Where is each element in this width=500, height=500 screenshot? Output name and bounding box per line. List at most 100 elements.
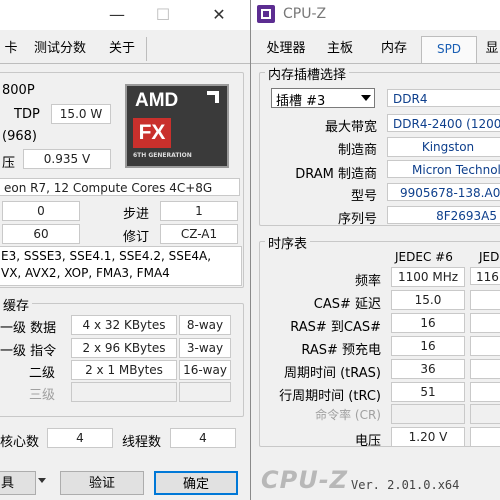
instructions-line-2: VX, AVX2, XOP, FMA3, FMA4 bbox=[1, 266, 170, 280]
close-button[interactable]: ✕ bbox=[196, 0, 242, 30]
l2-label: 二级 bbox=[28, 366, 55, 381]
tras-label: 周期时间 (tRAS) bbox=[283, 366, 381, 381]
tab-memory[interactable]: 内存 bbox=[367, 37, 422, 61]
l1-data-way: 8-way bbox=[179, 315, 231, 335]
command-rate-value-1 bbox=[391, 404, 465, 424]
ras-precharge-label: RAS# 预充电 bbox=[301, 343, 381, 358]
ras-to-cas-value-1: 16 bbox=[391, 313, 465, 333]
trc-label: 行周期时间 (tRC) bbox=[279, 389, 381, 404]
slot-dropdown-button[interactable] bbox=[358, 90, 374, 106]
instructions-line-1: E3, SSSE3, SSE4.1, SSE4.2, SSE4A, bbox=[1, 249, 212, 263]
l3-way bbox=[179, 382, 231, 402]
amd-fx-logo: AMD FX 6TH GENERATION bbox=[125, 84, 229, 168]
voltage-value-1: 1.20 V bbox=[391, 427, 465, 447]
amd-arrow-icon bbox=[207, 91, 219, 103]
right-title-bar: CPU-Z bbox=[251, 0, 500, 30]
l1-data-label: 一级 数据 bbox=[0, 321, 57, 336]
voltage-label: 压 bbox=[2, 156, 16, 171]
ras-to-cas-value-2 bbox=[470, 313, 500, 333]
part-number-label: 型号 bbox=[350, 189, 377, 204]
cpuz-app-icon bbox=[257, 5, 275, 23]
max-bandwidth-value: DDR4-2400 (1200 bbox=[387, 114, 500, 132]
max-bandwidth-label: 最大带宽 bbox=[324, 120, 377, 135]
command-rate-label: 命令率 (CR) bbox=[315, 408, 381, 422]
maximize-button[interactable]: ☐ bbox=[140, 0, 186, 30]
tras-value-1: 36 bbox=[391, 359, 465, 379]
left-title-bar: — ☐ ✕ bbox=[0, 0, 250, 30]
stepping-label: 步进 bbox=[123, 207, 150, 222]
cas-latency-label: CAS# 延迟 bbox=[313, 297, 381, 312]
ras-to-cas-label: RAS# 到CAS# bbox=[290, 320, 381, 335]
trc-value-1: 51 bbox=[391, 382, 465, 402]
ras-precharge-value-1: 16 bbox=[391, 336, 465, 356]
slot-group-title: 内存插槽选择 bbox=[265, 64, 350, 83]
cache-group-title: 缓存 bbox=[0, 295, 33, 314]
ras-precharge-value-2 bbox=[470, 336, 500, 356]
cores-label: 核心数 bbox=[0, 435, 40, 450]
timings-group-title: 时序表 bbox=[265, 233, 311, 252]
cores-value: 4 bbox=[47, 428, 113, 448]
validate-button[interactable]: 验证 bbox=[60, 471, 144, 495]
manufacturer-label: 制造商 bbox=[337, 143, 377, 158]
amd-logo-text: AMD bbox=[135, 90, 179, 111]
family-value: 0 bbox=[2, 201, 80, 221]
tras-value-2 bbox=[470, 359, 500, 379]
dram-manufacturer-label: DRAM 制造商 bbox=[295, 167, 377, 182]
cas-latency-value-1: 15.0 bbox=[391, 290, 465, 310]
part-number-value: 9905678-138.A0 bbox=[387, 183, 500, 201]
frequency-value-1: 1100 MHz bbox=[391, 267, 465, 287]
right-cpuz-window: CPU-Z 处理器 主板 内存 SPD 显 内存插槽选择 插槽 #3 DDR4 … bbox=[250, 0, 500, 500]
chevron-down-icon bbox=[361, 95, 371, 101]
app-title: CPU-Z bbox=[283, 6, 327, 22]
l1-inst-way: 3-way bbox=[179, 338, 231, 358]
l1-inst-size: 2 x 96 KBytes bbox=[71, 338, 177, 358]
left-tab-strip: 卡 测试分数 关于 bbox=[0, 37, 250, 64]
serial-number-label: 序列号 bbox=[337, 212, 377, 227]
frequency-value-2: 116 bbox=[470, 267, 500, 285]
fx-badge: FX bbox=[133, 118, 171, 148]
model-value: 60 bbox=[2, 224, 80, 244]
slot-select-value: 插槽 #3 bbox=[276, 94, 326, 109]
jedec-7-header: JED bbox=[479, 250, 500, 264]
threads-label: 线程数 bbox=[122, 435, 162, 450]
l2-way: 16-way bbox=[179, 360, 231, 380]
l2-size: 2 x 1 MBytes bbox=[71, 360, 177, 380]
instructions-box: E3, SSSE3, SSE4.1, SSE4.2, SSE4A, VX, AV… bbox=[0, 246, 242, 286]
package-value: (968) bbox=[2, 129, 37, 144]
version-text: Ver. 2.01.0.x64 bbox=[351, 478, 460, 492]
l1-data-size: 4 x 32 KBytes bbox=[71, 315, 177, 335]
tab-graphics-right[interactable]: 显 bbox=[477, 37, 500, 61]
tab-processor[interactable]: 处理器 bbox=[259, 37, 314, 61]
serial-number-value: 8F2693A5 bbox=[387, 206, 500, 224]
tab-spd[interactable]: SPD bbox=[421, 36, 477, 63]
voltage-value-2: 1. bbox=[470, 427, 500, 447]
slot-select[interactable]: 插槽 #3 bbox=[271, 88, 375, 109]
command-rate-value-2 bbox=[470, 404, 500, 424]
tab-about[interactable]: 关于 bbox=[98, 37, 147, 61]
voltage-label-right: 电压 bbox=[354, 434, 381, 449]
tools-button[interactable]: 具 bbox=[0, 471, 36, 495]
tab-mainboard[interactable]: 主板 bbox=[313, 37, 368, 61]
tdp-label: TDP bbox=[14, 107, 40, 122]
ok-button[interactable]: 确定 bbox=[154, 471, 238, 495]
memory-type-value: DDR4 bbox=[387, 89, 500, 107]
generation-text: 6TH GENERATION bbox=[133, 152, 192, 159]
revision-label: 修订 bbox=[123, 230, 150, 245]
stepping-value: 1 bbox=[160, 201, 238, 221]
dram-manufacturer-value: Micron Technol bbox=[387, 160, 500, 178]
cpu-specification: eon R7, 12 Compute Cores 4C+8G bbox=[0, 178, 240, 196]
minimize-button[interactable]: — bbox=[94, 0, 140, 30]
frequency-label: 频率 bbox=[354, 274, 381, 289]
manufacturer-value: Kingston bbox=[387, 137, 500, 157]
tab-graphics[interactable]: 卡 bbox=[0, 37, 23, 61]
cas-latency-value-2: 1 bbox=[470, 290, 500, 310]
tools-dropdown-icon[interactable] bbox=[38, 478, 46, 483]
cpu-model-suffix: 800P bbox=[2, 83, 35, 98]
left-cpuz-window: — ☐ ✕ 卡 测试分数 关于 800P TDP 15.0 W (968) 压 … bbox=[0, 0, 251, 500]
l1-inst-label: 一级 指令 bbox=[0, 344, 57, 359]
revision-value: CZ-A1 bbox=[160, 224, 238, 244]
threads-value: 4 bbox=[170, 428, 236, 448]
l3-size bbox=[71, 382, 177, 402]
tab-bench[interactable]: 测试分数 bbox=[22, 37, 99, 61]
core-voltage-value: 0.935 V bbox=[23, 149, 111, 169]
